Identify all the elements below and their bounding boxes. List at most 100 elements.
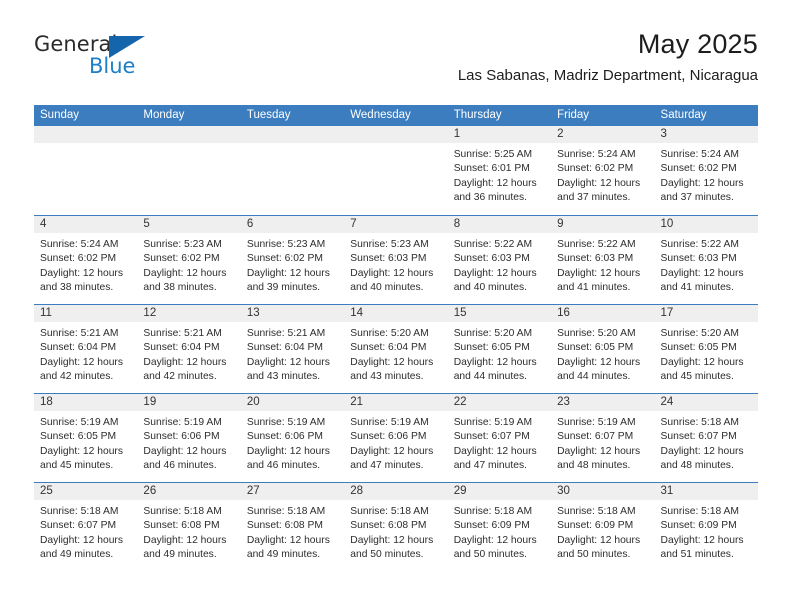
day-detail-line: Sunrise: 5:21 AM xyxy=(40,328,119,339)
day-cell[interactable]: 2 Sunrise: 5:24 AM Sunset: 6:02 PM Daylight… xyxy=(551,126,655,215)
page-subtitle: Las Sabanas, Madriz Department, Nicaragu… xyxy=(457,67,758,84)
day-details: Sunrise: 5:18 AM Sunset: 6:08 PM Daylight:… xyxy=(137,500,240,563)
day-detail-line: and 42 minutes. xyxy=(40,371,114,383)
day-detail-line: Sunrise: 5:24 AM xyxy=(40,239,119,250)
day-cell[interactable]: 16 Sunrise: 5:20 AM Sunset: 6:05 PM Dayligh… xyxy=(551,305,655,393)
day-cell[interactable]: 27 Sunrise: 5:18 AM Sunset: 6:08 PM Dayligh… xyxy=(240,483,345,571)
day-detail-line: and 50 minutes. xyxy=(350,549,424,561)
day-detail-line: Daylight: 12 hours xyxy=(557,445,641,457)
day-number: 6 xyxy=(246,218,254,230)
day-details: Sunrise: 5:20 AM Sunset: 6:05 PM Daylight:… xyxy=(655,322,758,385)
day-number-band: 7 xyxy=(344,216,448,233)
day-detail-line: Sunset: 6:01 PM xyxy=(453,163,530,175)
day-detail-line: and 38 minutes. xyxy=(40,282,114,294)
day-detail-line: and 50 minutes. xyxy=(557,549,631,561)
day-details: Sunrise: 5:22 AM Sunset: 6:03 PM Daylight:… xyxy=(448,233,551,296)
day-detail-line: and 42 minutes. xyxy=(143,371,217,383)
day-detail-line: Sunrise: 5:20 AM xyxy=(660,328,739,339)
day-detail-line: Sunset: 6:09 PM xyxy=(453,520,530,532)
day-detail-line: Sunrise: 5:23 AM xyxy=(143,239,222,250)
day-details: Sunrise: 5:19 AM Sunset: 6:06 PM Daylight:… xyxy=(241,411,344,474)
day-detail-line: Daylight: 12 hours xyxy=(453,534,537,546)
day-cell[interactable]: 25 Sunrise: 5:18 AM Sunset: 6:07 PM Dayligh… xyxy=(34,483,138,571)
calendar-page: General Blue May 2025 Las Sabanas, Madri… xyxy=(0,0,792,612)
day-details: Sunrise: 5:22 AM Sunset: 6:03 PM Daylight:… xyxy=(655,233,758,296)
day-detail-line: Daylight: 12 hours xyxy=(350,445,434,457)
day-detail-line: Sunset: 6:02 PM xyxy=(40,253,117,265)
day-detail-line: Sunset: 6:02 PM xyxy=(246,253,323,265)
day-cell[interactable]: 9 Sunrise: 5:22 AM Sunset: 6:03 PM Daylight… xyxy=(551,216,655,304)
day-detail-line: and 47 minutes. xyxy=(350,460,424,472)
day-number: 18 xyxy=(40,396,53,408)
day-cell[interactable]: 20 Sunrise: 5:19 AM Sunset: 6:06 PM Dayligh… xyxy=(240,394,345,482)
day-cell[interactable]: 23 Sunrise: 5:19 AM Sunset: 6:07 PM Dayligh… xyxy=(551,394,655,482)
day-detail-line: Sunrise: 5:18 AM xyxy=(40,506,119,517)
day-detail-line: and 41 minutes. xyxy=(660,282,734,294)
day-details: Sunrise: 5:19 AM Sunset: 6:06 PM Daylight:… xyxy=(137,411,240,474)
day-details: Sunrise: 5:20 AM Sunset: 6:04 PM Daylight:… xyxy=(344,322,447,385)
day-cell[interactable]: 10 Sunrise: 5:22 AM Sunset: 6:03 PM Dayligh… xyxy=(654,216,758,304)
day-cell[interactable]: 1 Sunrise: 5:25 AM Sunset: 6:01 PM Daylight… xyxy=(447,126,552,215)
logo-text-general: General xyxy=(34,32,118,56)
day-detail-line: Sunrise: 5:23 AM xyxy=(350,239,429,250)
day-number-band: 3 xyxy=(654,126,758,143)
day-cell[interactable]: 24 Sunrise: 5:18 AM Sunset: 6:07 PM Dayligh… xyxy=(654,394,758,482)
day-detail-line: Daylight: 12 hours xyxy=(246,445,330,457)
day-cell[interactable]: 28 Sunrise: 5:18 AM Sunset: 6:08 PM Dayligh… xyxy=(344,483,448,571)
general-blue-logo[interactable]: General Blue xyxy=(34,32,194,88)
day-cell[interactable]: 26 Sunrise: 5:18 AM Sunset: 6:08 PM Dayligh… xyxy=(137,483,241,571)
day-details: Sunrise: 5:19 AM Sunset: 6:06 PM Daylight:… xyxy=(344,411,447,474)
day-cell[interactable]: 3 Sunrise: 5:24 AM Sunset: 6:02 PM Daylight… xyxy=(654,126,758,215)
day-detail-line: Sunrise: 5:18 AM xyxy=(660,506,739,517)
day-cell[interactable]: 19 Sunrise: 5:19 AM Sunset: 6:06 PM Dayligh… xyxy=(137,394,241,482)
day-detail-line: Daylight: 12 hours xyxy=(40,445,123,457)
weekday-header-wednesday: Wednesday xyxy=(350,109,411,121)
day-detail-line: Sunset: 6:04 PM xyxy=(40,342,117,354)
day-number: 26 xyxy=(143,485,157,497)
week-row: 1 Sunrise: 5:25 AM Sunset: 6:01 PM Daylight… xyxy=(34,126,758,215)
day-detail-line: and 47 minutes. xyxy=(453,460,527,472)
day-detail-line: Sunset: 6:03 PM xyxy=(453,253,530,265)
day-number-band: 29 xyxy=(447,483,552,500)
day-detail-line: Sunrise: 5:21 AM xyxy=(246,328,326,339)
day-cell[interactable]: 7 Sunrise: 5:23 AM Sunset: 6:03 PM Daylight… xyxy=(344,216,448,304)
day-cell[interactable]: 17 Sunrise: 5:20 AM Sunset: 6:05 PM Dayligh… xyxy=(654,305,758,393)
day-detail-line: Daylight: 12 hours xyxy=(453,177,537,189)
day-cell[interactable]: 12 Sunrise: 5:21 AM Sunset: 6:04 PM Dayligh… xyxy=(137,305,241,393)
day-details: Sunrise: 5:23 AM Sunset: 6:02 PM Daylight:… xyxy=(137,233,240,296)
day-cell[interactable]: 30 Sunrise: 5:18 AM Sunset: 6:09 PM Dayligh… xyxy=(551,483,655,571)
day-details: Sunrise: 5:18 AM Sunset: 6:09 PM Daylight:… xyxy=(655,500,758,563)
day-cell[interactable]: 29 Sunrise: 5:18 AM Sunset: 6:09 PM Dayligh… xyxy=(447,483,552,571)
day-number-band: 13 xyxy=(240,305,345,322)
day-detail-line: Daylight: 12 hours xyxy=(453,267,537,279)
weekday-header-tuesday: Tuesday xyxy=(246,109,291,121)
day-cell[interactable]: 18 Sunrise: 5:19 AM Sunset: 6:05 PM Dayligh… xyxy=(34,394,138,482)
day-details: Sunrise: 5:20 AM Sunset: 6:05 PM Daylight:… xyxy=(448,322,551,385)
day-cell[interactable]: 6 Sunrise: 5:23 AM Sunset: 6:02 PM Daylight… xyxy=(240,216,345,304)
day-detail-line: and 43 minutes. xyxy=(350,371,424,383)
day-detail-line: Sunrise: 5:19 AM xyxy=(453,417,533,428)
day-detail-line: Daylight: 12 hours xyxy=(660,445,744,457)
day-detail-line: and 49 minutes. xyxy=(246,549,321,561)
day-cell[interactable]: 8 Sunrise: 5:22 AM Sunset: 6:03 PM Daylight… xyxy=(447,216,552,304)
day-detail-line: and 37 minutes. xyxy=(660,192,734,204)
day-cell[interactable]: 31 Sunrise: 5:18 AM Sunset: 6:09 PM Dayligh… xyxy=(654,483,758,571)
day-number-band: 11 xyxy=(34,305,138,322)
page-title: May 2025 xyxy=(637,29,758,59)
day-cell[interactable]: 21 Sunrise: 5:19 AM Sunset: 6:06 PM Dayligh… xyxy=(344,394,448,482)
day-number: 14 xyxy=(350,307,364,319)
day-cell[interactable]: 22 Sunrise: 5:19 AM Sunset: 6:07 PM Dayligh… xyxy=(447,394,552,482)
day-cell[interactable]: 15 Sunrise: 5:20 AM Sunset: 6:05 PM Dayligh… xyxy=(447,305,552,393)
masthead: General Blue May 2025 Las Sabanas, Madri… xyxy=(34,28,758,98)
day-number-band: 25 xyxy=(34,483,138,500)
day-cell[interactable]: 5 Sunrise: 5:23 AM Sunset: 6:02 PM Daylight… xyxy=(137,216,241,304)
calendar-weeks: 1 Sunrise: 5:25 AM Sunset: 6:01 PM Daylight… xyxy=(34,126,758,571)
day-cell[interactable]: 4 Sunrise: 5:24 AM Sunset: 6:02 PM Daylight… xyxy=(34,216,138,304)
day-details: Sunrise: 5:18 AM Sunset: 6:07 PM Daylight:… xyxy=(34,500,137,563)
day-details: Sunrise: 5:24 AM Sunset: 6:02 PM Daylight:… xyxy=(551,143,654,206)
weekday-header-sunday: Sunday xyxy=(40,109,80,121)
day-cell[interactable]: 11 Sunrise: 5:21 AM Sunset: 6:04 PM Dayligh… xyxy=(34,305,138,393)
day-cell[interactable]: 13 Sunrise: 5:21 AM Sunset: 6:04 PM Dayligh… xyxy=(240,305,345,393)
day-cell[interactable]: 14 Sunrise: 5:20 AM Sunset: 6:04 PM Dayligh… xyxy=(344,305,448,393)
day-detail-line: Sunrise: 5:19 AM xyxy=(40,417,119,428)
